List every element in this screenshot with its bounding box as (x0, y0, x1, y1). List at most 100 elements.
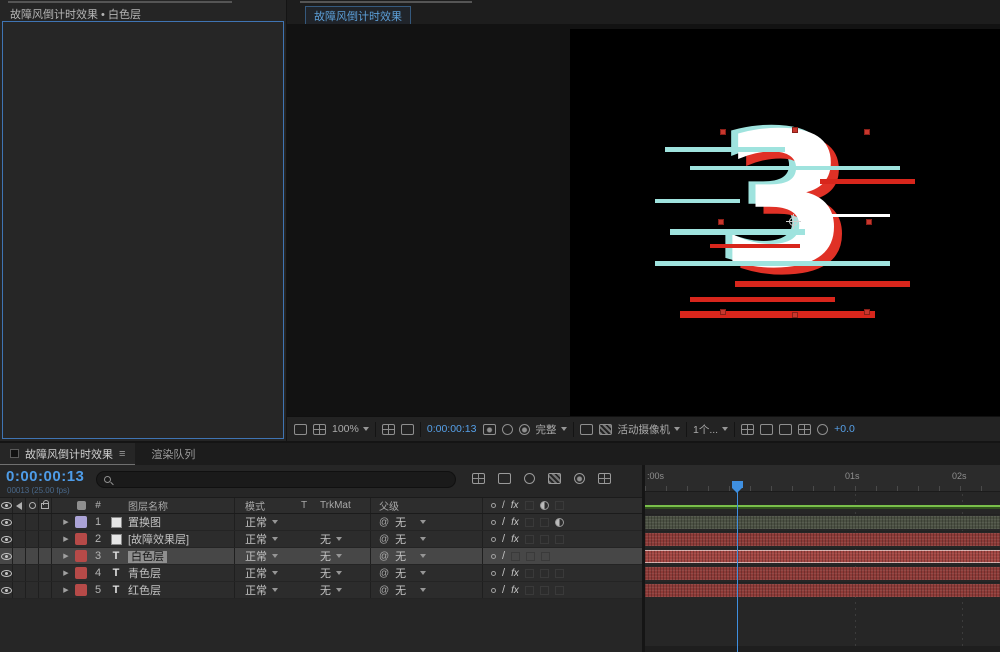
current-timecode[interactable]: 0:00:00:13 (6, 468, 84, 485)
selection-handle[interactable] (792, 312, 798, 318)
blend-mode-select[interactable]: 正常 (234, 531, 298, 547)
audio-toggle[interactable] (13, 514, 26, 530)
quality-switch[interactable]: / (502, 533, 505, 545)
pickwhip-icon[interactable]: @ (379, 534, 389, 545)
composition-frame[interactable]: 3 3 3 (570, 29, 1000, 416)
shy-icon[interactable] (524, 473, 535, 484)
trkmat-column-header[interactable]: TrkMat (310, 498, 370, 513)
show-snapshot-icon[interactable] (501, 423, 513, 435)
trkmat-select[interactable]: 无 (310, 565, 370, 581)
layer-row-selected[interactable]: ▶ 3 T 白色层 正常 无 @ 无 / (0, 548, 642, 565)
pickwhip-icon[interactable]: @ (379, 585, 389, 596)
channels-icon[interactable] (518, 423, 530, 435)
label-color-swatch[interactable] (72, 550, 90, 562)
frame-blend-switch[interactable] (524, 534, 534, 544)
exposure-value[interactable]: +0.0 (834, 423, 855, 435)
selection-handle[interactable] (864, 129, 870, 135)
switches-column-header[interactable]: / fx (482, 498, 642, 513)
visibility-toggle[interactable] (0, 565, 13, 581)
selection-handle[interactable] (720, 129, 726, 135)
timeline-tab-active[interactable]: 故障风倒计时效果 ≡ (0, 443, 136, 465)
visibility-toggle[interactable] (0, 582, 13, 598)
selection-handle[interactable] (718, 219, 724, 225)
trkmat-select[interactable]: 无 (310, 582, 370, 598)
draft-3d-icon[interactable] (498, 473, 511, 484)
lock-toggle[interactable] (39, 582, 52, 598)
flowchart-icon[interactable] (472, 473, 485, 484)
audio-toggle[interactable] (13, 565, 26, 581)
layer-bar-selected[interactable] (645, 550, 1000, 563)
layer-row[interactable]: ▶ 1 置换图 正常 @ 无 / fx (0, 514, 642, 531)
region-of-interest-icon[interactable] (579, 423, 593, 435)
layer-name[interactable]: 红色层 (126, 582, 234, 598)
fx-switch[interactable]: fx (511, 568, 519, 579)
panel-menu-icon[interactable]: ≡ (119, 448, 125, 460)
frame-blend-icon[interactable] (548, 473, 561, 484)
lock-toggle[interactable] (39, 531, 52, 547)
magnification-select[interactable]: 100% (332, 423, 369, 435)
playhead-handle[interactable] (732, 481, 743, 493)
selection-handle[interactable] (866, 219, 872, 225)
quality-switch[interactable]: / (502, 567, 505, 579)
blend-mode-select[interactable]: 正常 (234, 548, 298, 564)
label-color-swatch[interactable] (72, 516, 90, 528)
exposure-reset-icon[interactable] (817, 423, 829, 435)
visibility-toggle[interactable] (0, 514, 13, 530)
visibility-toggle[interactable] (0, 548, 13, 564)
label-color-swatch[interactable] (72, 567, 90, 579)
trkmat-select[interactable]: 无 (310, 548, 370, 564)
motion-blur-switch[interactable] (539, 517, 549, 527)
pickwhip-icon[interactable]: @ (379, 551, 389, 562)
flowchart-button-icon[interactable] (798, 423, 812, 435)
label-color-swatch[interactable] (72, 584, 90, 596)
pixel-aspect-icon[interactable] (741, 423, 755, 435)
parent-select[interactable]: @ 无 (370, 514, 482, 530)
layer-bar[interactable] (645, 584, 1000, 597)
quality-switch[interactable]: / (502, 516, 505, 528)
motion-blur-switch[interactable] (539, 534, 549, 544)
composition-viewport[interactable]: 3 3 3 (287, 24, 1000, 416)
fx-switch[interactable]: fx (511, 585, 519, 596)
expand-arrow-icon[interactable]: ▶ (60, 586, 72, 594)
layer-switches[interactable]: / (482, 548, 642, 564)
layer-name-column-header[interactable]: 图层名称 (126, 498, 234, 513)
shy-switch[interactable] (491, 570, 496, 576)
transparency-grid-icon[interactable] (598, 423, 612, 435)
audio-toggle[interactable] (13, 548, 26, 564)
layer-switches[interactable]: / fx (482, 565, 642, 581)
trkmat-t-column-header[interactable]: T (298, 500, 310, 511)
motion-blur-switch[interactable] (539, 585, 549, 595)
mode-column-header[interactable]: 模式 (234, 498, 298, 513)
solo-toggle[interactable] (26, 531, 39, 547)
parent-select[interactable]: @ 无 (370, 548, 482, 564)
threed-switch[interactable] (554, 534, 564, 544)
fast-previews-icon[interactable] (760, 423, 774, 435)
search-input[interactable] (96, 471, 456, 488)
expand-arrow-icon[interactable]: ▶ (60, 535, 72, 543)
time-ruler[interactable]: :00s 01s 02s (645, 465, 1000, 492)
solo-toggle[interactable] (26, 548, 39, 564)
shy-switch[interactable] (491, 519, 496, 525)
lock-toggle[interactable] (39, 565, 52, 581)
expand-arrow-icon[interactable]: ▶ (60, 569, 72, 577)
layer-bar[interactable] (645, 516, 1000, 529)
horizontal-scrollbar[interactable] (645, 646, 1000, 652)
threed-switch[interactable] (541, 551, 551, 561)
threed-switch[interactable] (554, 568, 564, 578)
frame-blend-switch[interactable] (524, 517, 534, 527)
fx-switch[interactable]: fx (511, 517, 519, 528)
threed-switch[interactable] (554, 585, 564, 595)
adjustment-layer-switch[interactable] (554, 517, 564, 527)
lock-toggle[interactable] (39, 514, 52, 530)
motion-blur-icon[interactable] (574, 473, 585, 484)
solo-toggle[interactable] (26, 565, 39, 581)
track-area[interactable]: :00s 01s 02s (645, 465, 1000, 652)
graph-editor-icon[interactable] (598, 473, 611, 484)
anchor-point[interactable] (786, 214, 801, 229)
selection-handle[interactable] (792, 127, 798, 133)
quality-switch[interactable]: / (502, 550, 505, 562)
blend-mode-select[interactable]: 正常 (234, 582, 298, 598)
selection-handle[interactable] (720, 309, 726, 315)
visibility-toggle[interactable] (0, 531, 13, 547)
parent-select[interactable]: @ 无 (370, 531, 482, 547)
